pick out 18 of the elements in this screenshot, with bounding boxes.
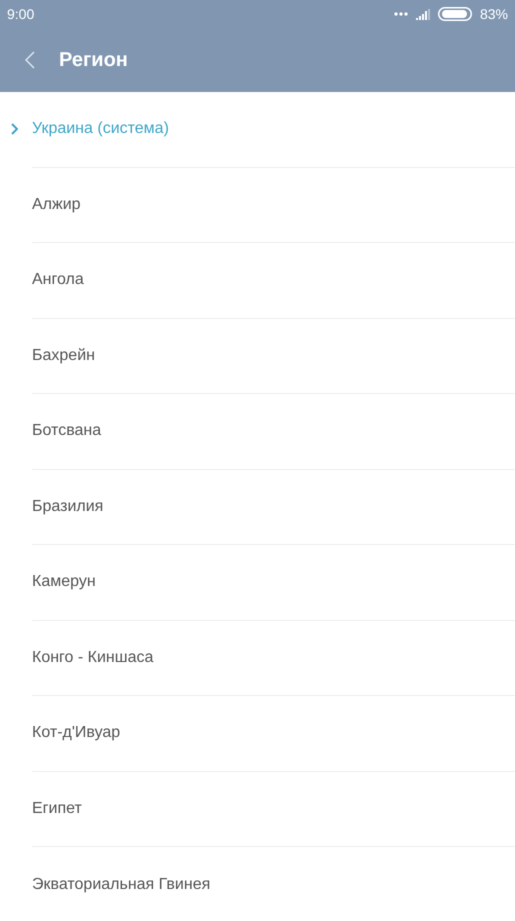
region-item[interactable]: Египет bbox=[32, 772, 515, 847]
battery-percentage: 83% bbox=[480, 6, 508, 22]
status-time: 9:00 bbox=[7, 6, 34, 22]
region-item[interactable]: Бахрейн bbox=[32, 318, 515, 394]
back-icon bbox=[25, 51, 35, 69]
region-item[interactable]: Кот-д'Ивуар bbox=[32, 696, 515, 772]
signal-icon bbox=[416, 8, 430, 20]
chevron-icon bbox=[11, 123, 18, 136]
screen-title: Регион bbox=[59, 48, 128, 72]
region-item[interactable]: Конго - Киншаса bbox=[32, 620, 515, 696]
region-item[interactable]: Ангола bbox=[32, 243, 515, 318]
region-item[interactable]: Камерун bbox=[32, 545, 515, 620]
battery-icon bbox=[438, 7, 472, 21]
region-item[interactable]: Экваториальная Гвинея bbox=[32, 847, 515, 921]
region-item[interactable]: Алжир bbox=[32, 168, 515, 243]
more-icon bbox=[394, 12, 408, 16]
region-item[interactable]: Бразилия bbox=[32, 470, 515, 545]
region-item[interactable]: Ботсвана bbox=[32, 394, 515, 470]
